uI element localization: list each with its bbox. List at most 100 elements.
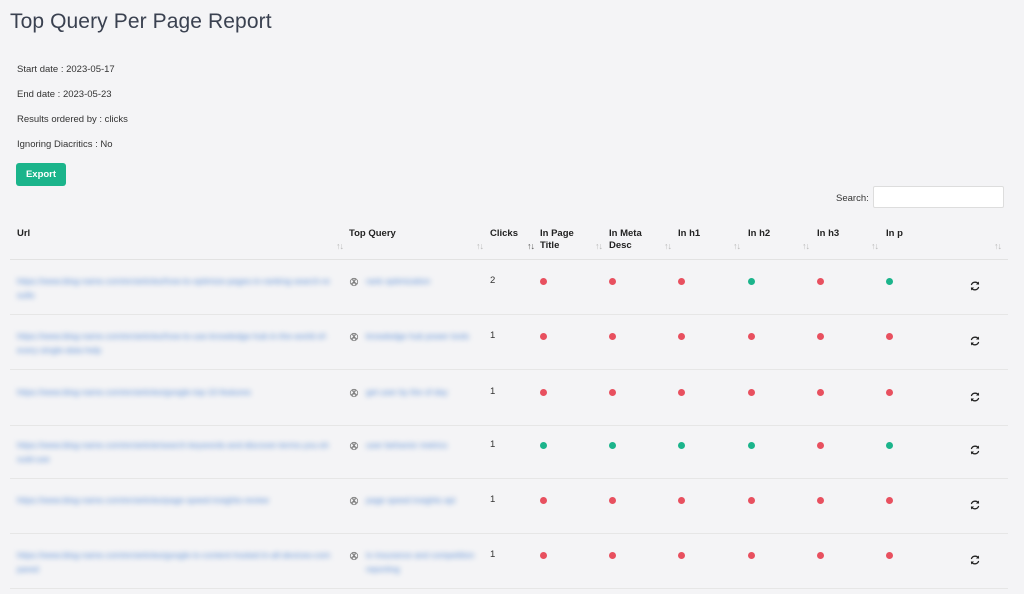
status-dot-h2 <box>748 389 755 396</box>
status-dot-p <box>886 389 893 396</box>
status-dot-meta-desc <box>609 552 616 559</box>
refresh-icon[interactable] <box>969 391 981 403</box>
status-dot-page-title <box>540 442 547 449</box>
status-dot-h1 <box>678 278 685 285</box>
export-button[interactable]: Export <box>16 163 66 186</box>
status-dot-meta-desc <box>609 278 616 285</box>
row-divider <box>10 369 1008 370</box>
status-dot-page-title <box>540 497 547 504</box>
status-dot-p <box>886 497 893 504</box>
status-dot-h3 <box>817 278 824 285</box>
status-dot-p <box>886 552 893 559</box>
row-url-link[interactable]: https://www.blog-name.com/en/articles/pa… <box>17 493 332 507</box>
row-clicks: 1 <box>490 386 496 397</box>
sort-in-h3-icon[interactable]: ↑↓ <box>871 241 879 251</box>
ordered-by: Results ordered by : clicks <box>17 114 128 125</box>
column-url[interactable]: Url <box>17 228 30 240</box>
status-dot-page-title <box>540 389 547 396</box>
sort-actions-icon[interactable]: ↑↓ <box>994 241 1002 251</box>
status-dot-h2 <box>748 497 755 504</box>
refresh-icon[interactable] <box>969 554 981 566</box>
column-clicks[interactable]: Clicks <box>490 228 518 240</box>
refresh-icon[interactable] <box>969 499 981 511</box>
row-clicks: 2 <box>490 275 496 286</box>
row-url-link[interactable]: https://www.blog-name.com/en/articles/ho… <box>17 274 332 302</box>
row-divider <box>10 588 1008 589</box>
sort-url-icon[interactable]: ↑↓ <box>336 241 344 251</box>
sort-in-h2-icon[interactable]: ↑↓ <box>802 241 810 251</box>
search-label: Search: <box>836 193 869 204</box>
status-dot-p <box>886 333 893 340</box>
table-row: https://www.blog-name.com/en/articles/ho… <box>0 260 1024 315</box>
table-header: Url ↑↓ Top Query ↑↓ Clicks ↑↓ In Page Ti… <box>0 222 1024 260</box>
table-row: https://www.blog-name.com/en/articles/ho… <box>0 315 1024 370</box>
column-in-p[interactable]: In p <box>886 228 903 240</box>
status-dot-h2 <box>748 442 755 449</box>
row-url-link[interactable]: https://www.blog-name.com/en/article/sea… <box>17 438 332 466</box>
sort-in-page-title-icon[interactable]: ↑↓ <box>595 241 603 251</box>
status-dot-h2 <box>748 278 755 285</box>
end-date: End date : 2023-05-23 <box>17 89 112 100</box>
status-dot-h1 <box>678 497 685 504</box>
row-url-link[interactable]: https://www.blog-name.com/en/articles/go… <box>17 385 332 399</box>
column-in-h3[interactable]: In h3 <box>817 228 839 240</box>
row-top-query-link[interactable]: rank optimization <box>366 274 478 288</box>
ai-query-icon[interactable] <box>349 277 359 287</box>
refresh-icon[interactable] <box>969 444 981 456</box>
row-top-query-link[interactable]: page speed insights api <box>366 493 478 507</box>
refresh-icon[interactable] <box>969 280 981 292</box>
row-top-query-link[interactable]: tv insurance and competition reporting <box>366 548 478 576</box>
row-url-link[interactable]: https://www.blog-name.com/en/articles/ho… <box>17 329 332 357</box>
sort-top-query-icon[interactable]: ↑↓ <box>476 241 484 251</box>
status-dot-h2 <box>748 333 755 340</box>
row-top-query-link[interactable]: get user by the of day <box>366 385 478 399</box>
ai-query-icon[interactable] <box>349 388 359 398</box>
status-dot-meta-desc <box>609 333 616 340</box>
ai-query-icon[interactable] <box>349 441 359 451</box>
status-dot-page-title <box>540 552 547 559</box>
status-dot-page-title <box>540 278 547 285</box>
status-dot-h2 <box>748 552 755 559</box>
status-dot-h1 <box>678 552 685 559</box>
column-in-meta-desc[interactable]: In Meta Desc <box>609 228 642 252</box>
sort-in-meta-desc-icon[interactable]: ↑↓ <box>664 241 672 251</box>
ai-query-icon[interactable] <box>349 332 359 342</box>
row-clicks: 1 <box>490 549 496 560</box>
column-top-query[interactable]: Top Query <box>349 228 396 240</box>
status-dot-meta-desc <box>609 497 616 504</box>
status-dot-h3 <box>817 389 824 396</box>
status-dot-h1 <box>678 389 685 396</box>
table-row: https://www.blog-name.com/en/article/sea… <box>0 424 1024 479</box>
row-clicks: 1 <box>490 439 496 450</box>
column-in-page-title-line1: In Page <box>540 228 574 239</box>
status-dot-meta-desc <box>609 389 616 396</box>
status-dot-p <box>886 442 893 449</box>
ignoring-diacritics: Ignoring Diacritics : No <box>17 139 113 150</box>
table-row: https://www.blog-name.com/en/articles/go… <box>0 534 1024 589</box>
start-date: Start date : 2023-05-17 <box>17 64 115 75</box>
column-in-page-title-line2: Title <box>540 240 560 251</box>
status-dot-h1 <box>678 333 685 340</box>
row-clicks: 1 <box>490 330 496 341</box>
row-top-query-link[interactable]: user behavior metrics <box>366 438 478 452</box>
row-url-link[interactable]: https://www.blog-name.com/en/articles/go… <box>17 548 332 576</box>
column-in-h1[interactable]: In h1 <box>678 228 700 240</box>
column-in-meta-desc-line2: Desc <box>609 240 632 251</box>
search-input[interactable] <box>873 186 1004 208</box>
status-dot-h1 <box>678 442 685 449</box>
sort-in-h1-icon[interactable]: ↑↓ <box>733 241 741 251</box>
column-in-h2[interactable]: In h2 <box>748 228 770 240</box>
table-row: https://www.blog-name.com/en/articles/pa… <box>0 479 1024 534</box>
page-title: Top Query Per Page Report <box>10 10 272 33</box>
column-in-meta-desc-line1: In Meta <box>609 228 642 239</box>
refresh-icon[interactable] <box>969 335 981 347</box>
column-in-page-title[interactable]: In Page Title <box>540 228 574 252</box>
ai-query-icon[interactable] <box>349 551 359 561</box>
row-top-query-link[interactable]: knowledge hub power tools <box>366 329 478 343</box>
status-dot-h3 <box>817 552 824 559</box>
sort-clicks-icon[interactable]: ↑↓ <box>527 241 535 251</box>
status-dot-h3 <box>817 497 824 504</box>
ai-query-icon[interactable] <box>349 496 359 506</box>
status-dot-page-title <box>540 333 547 340</box>
status-dot-p <box>886 278 893 285</box>
